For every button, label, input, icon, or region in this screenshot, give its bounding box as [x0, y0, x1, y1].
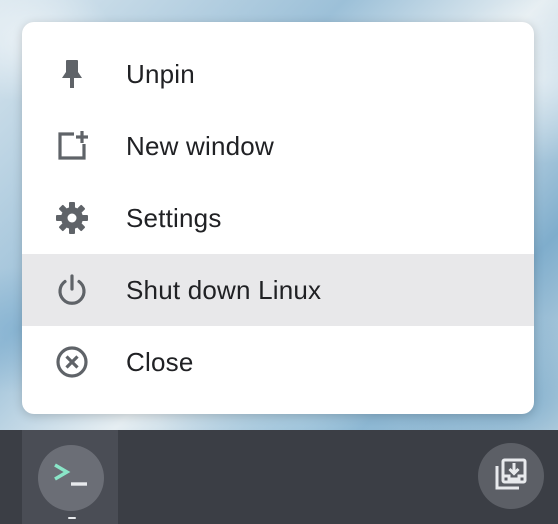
holding-space-icon — [491, 454, 531, 499]
menu-item-new-window[interactable]: New window — [22, 110, 534, 182]
menu-item-settings[interactable]: Settings — [22, 182, 534, 254]
menu-item-label: New window — [126, 131, 274, 161]
holding-space-button[interactable] — [478, 443, 544, 509]
menu-item-label: Shut down Linux — [126, 275, 322, 305]
menu-item-unpin[interactable]: Unpin — [22, 38, 534, 110]
gear-icon — [54, 200, 90, 236]
running-indicator — [68, 517, 76, 519]
terminal-app-button[interactable] — [38, 445, 104, 511]
menu-item-shut-down-linux[interactable]: Shut down Linux — [22, 254, 534, 326]
close-circle-icon — [54, 344, 90, 380]
new-window-icon — [54, 128, 90, 164]
power-icon — [54, 272, 90, 308]
menu-item-label: Settings — [126, 203, 222, 233]
context-menu: Unpin New window Settings Shut down Linu… — [22, 22, 534, 414]
terminal-icon — [49, 458, 93, 499]
pin-icon — [54, 56, 90, 92]
menu-item-label: Unpin — [126, 59, 195, 89]
menu-item-close[interactable]: Close — [22, 326, 534, 398]
menu-item-label: Close — [126, 347, 194, 377]
